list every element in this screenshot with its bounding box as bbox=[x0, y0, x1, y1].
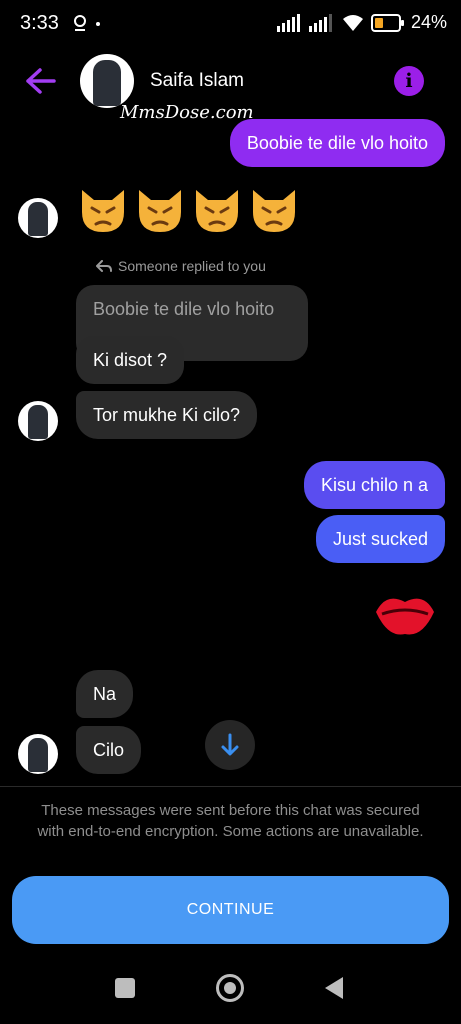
status-bar: 3:33 24% bbox=[0, 0, 461, 48]
watermark: MmsDose.com bbox=[120, 102, 254, 123]
arrow-down-icon bbox=[221, 733, 239, 756]
scroll-to-bottom-button[interactable] bbox=[205, 720, 255, 770]
avatar[interactable] bbox=[18, 198, 58, 238]
emoji-message[interactable] bbox=[76, 182, 301, 236]
avatar[interactable] bbox=[18, 734, 58, 774]
message-incoming[interactable]: Tor mukhe Ki cilo? bbox=[76, 391, 258, 439]
kiss-mark-emoji-icon[interactable] bbox=[372, 588, 438, 642]
navigation-bar bbox=[0, 966, 461, 1024]
message-outgoing[interactable]: Boobie te dile vlo hoito bbox=[229, 119, 445, 167]
divider bbox=[0, 786, 461, 787]
continue-button[interactable]: CONTINUE bbox=[12, 876, 449, 944]
home-circle-icon[interactable] bbox=[216, 974, 244, 1002]
signal-icon bbox=[308, 13, 332, 32]
pouting-cat-emoji-icon bbox=[196, 190, 238, 232]
message-incoming[interactable]: Na bbox=[76, 670, 134, 718]
reply-indicator-text: Someone replied to you bbox=[118, 258, 266, 274]
battery-percent: 24% bbox=[410, 12, 447, 32]
reply-indicator: Someone replied to you bbox=[96, 258, 266, 274]
contact-avatar[interactable] bbox=[80, 54, 134, 108]
wifi-icon bbox=[342, 14, 363, 31]
chat-header: Saifa Islam MmsDose.com i bbox=[0, 50, 461, 123]
reply-arrow-icon bbox=[96, 260, 112, 272]
status-icons: 24% bbox=[276, 12, 447, 33]
battery-icon bbox=[370, 13, 404, 32]
avatar-photo bbox=[93, 60, 121, 106]
avatar[interactable] bbox=[18, 401, 58, 441]
contact-name[interactable]: Saifa Islam bbox=[150, 70, 244, 92]
message-outgoing[interactable]: Just sucked bbox=[315, 515, 445, 563]
pouting-cat-emoji-icon bbox=[139, 190, 181, 232]
signal-icon bbox=[276, 13, 300, 32]
recents-square-icon[interactable] bbox=[115, 978, 135, 998]
back-triangle-icon[interactable] bbox=[325, 977, 343, 999]
encryption-notice: These messages were sent before this cha… bbox=[37, 802, 424, 840]
pouting-cat-emoji-icon bbox=[82, 190, 124, 232]
info-icon[interactable]: i bbox=[394, 66, 424, 96]
back-arrow-icon[interactable] bbox=[24, 66, 58, 96]
location-icon bbox=[74, 15, 86, 31]
message-incoming[interactable]: Ki disot ? bbox=[76, 336, 185, 384]
pouting-cat-emoji-icon bbox=[253, 190, 295, 232]
message-incoming[interactable]: Cilo bbox=[76, 726, 142, 774]
message-outgoing[interactable]: Kisu chilo n a bbox=[303, 461, 445, 509]
status-time: 3:33 bbox=[20, 12, 59, 34]
notification-dot-icon bbox=[96, 22, 100, 26]
